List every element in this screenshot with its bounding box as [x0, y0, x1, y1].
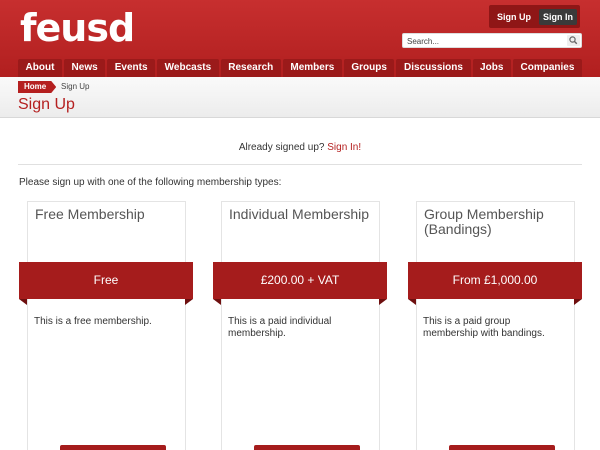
nav-research[interactable]: Research	[220, 59, 281, 77]
card-description: This is a paid group membership with ban…	[423, 316, 545, 339]
sign-in-button[interactable]: Sign In	[539, 8, 577, 25]
search-icon[interactable]	[567, 35, 580, 46]
card-title: Group Membership (Bandings)	[424, 206, 544, 237]
price-banner: £200.00 + VAT	[213, 262, 387, 305]
breadcrumb-current: Sign Up	[61, 82, 90, 91]
nav-jobs[interactable]: Jobs	[472, 59, 511, 77]
divider	[18, 164, 582, 165]
card-title: Free Membership	[35, 206, 145, 222]
search-box	[402, 33, 582, 48]
breadcrumb-home[interactable]: Home	[18, 81, 56, 93]
price-banner: Free	[19, 262, 193, 305]
nav-about[interactable]: About	[18, 59, 62, 77]
page-title: Sign Up	[18, 96, 75, 113]
main-nav: About News Events Webcasts Research Memb…	[18, 59, 582, 77]
nav-events[interactable]: Events	[107, 59, 156, 77]
select-free-button[interactable]	[60, 445, 166, 450]
title-bar: Home Sign Up Sign Up	[0, 77, 600, 118]
site-logo[interactable]: feusd	[20, 6, 135, 50]
search-input[interactable]	[407, 35, 563, 47]
auth-box: Sign Up Sign In	[489, 5, 580, 28]
nav-companies[interactable]: Companies	[512, 59, 582, 77]
intro-text: Please sign up with one of the following…	[19, 177, 282, 188]
card-description: This is a free membership.	[34, 316, 152, 327]
select-individual-button[interactable]	[254, 445, 360, 450]
card-title: Individual Membership	[229, 206, 370, 222]
site-header: feusd Sign Up Sign In About News Events …	[0, 0, 600, 77]
price-banner: From £1,000.00	[408, 262, 582, 305]
nav-news[interactable]: News	[63, 59, 106, 77]
nav-groups[interactable]: Groups	[343, 59, 395, 77]
nav-discussions[interactable]: Discussions	[396, 59, 471, 77]
nav-members[interactable]: Members	[282, 59, 342, 77]
already-signed-up: Already signed up? Sign In!	[0, 142, 600, 153]
card-description: This is a paid individual membership.	[228, 316, 332, 339]
sign-in-link[interactable]: Sign In!	[327, 142, 361, 153]
already-text: Already signed up?	[238, 142, 325, 153]
select-group-button[interactable]	[449, 445, 555, 450]
sign-up-button[interactable]: Sign Up	[493, 9, 535, 25]
nav-webcasts[interactable]: Webcasts	[157, 59, 219, 77]
